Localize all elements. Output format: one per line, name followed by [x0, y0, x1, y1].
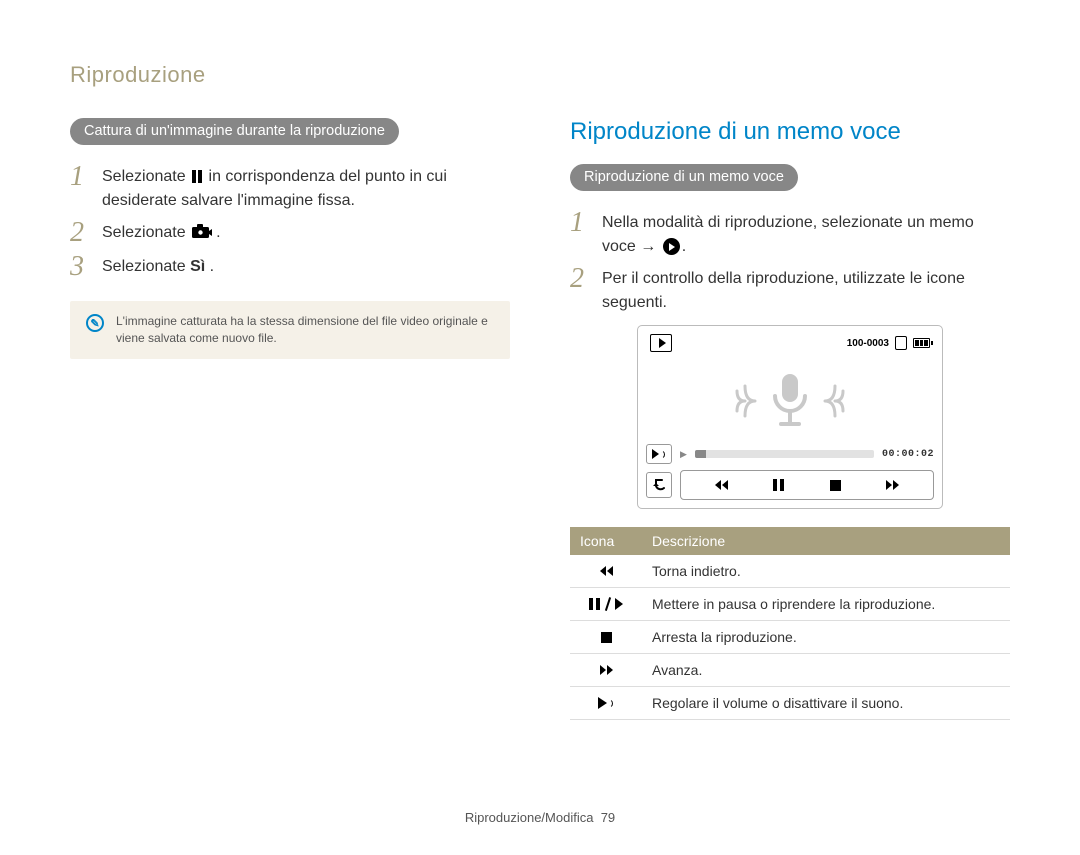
- table-row: Avanza.: [570, 654, 1010, 687]
- step-text: Selezionate .: [102, 221, 221, 245]
- step-text: Nella modalità di riproduzione, selezion…: [602, 211, 1010, 259]
- voice-memo-pill: Riproduzione di un memo voce: [570, 164, 798, 191]
- pause-button[interactable]: [761, 474, 795, 496]
- file-index: 100-0003: [847, 338, 889, 349]
- back-button[interactable]: [646, 472, 672, 498]
- table-row: Torna indietro.: [570, 555, 1010, 588]
- stop-button[interactable]: [819, 474, 853, 496]
- forward-button[interactable]: [876, 474, 910, 496]
- info-icon: ✎: [86, 314, 104, 332]
- table-desc: Avanza.: [642, 654, 1010, 687]
- capture-section-pill: Cattura di un'immagine durante la riprod…: [70, 118, 399, 145]
- table-header-desc: Descrizione: [642, 527, 1010, 555]
- page-title: Riproduzione: [70, 62, 1010, 88]
- table-row: Mettere in pausa o riprendere la riprodu…: [570, 588, 1010, 621]
- microphone-icon: [715, 366, 865, 436]
- step-text: Selezionate in corrispondenza del punto …: [102, 165, 510, 213]
- table-header-icon: Icona: [570, 527, 642, 555]
- table-desc: Regolare il volume o disattivare il suon…: [642, 687, 1010, 720]
- volume-button[interactable]: [646, 444, 672, 464]
- step-number: 1: [70, 163, 92, 191]
- progress-bar[interactable]: [695, 450, 874, 458]
- capture-camera-icon: [192, 223, 214, 238]
- battery-icon: [913, 338, 930, 348]
- table-row: Regolare il volume o disattivare il suon…: [570, 687, 1010, 720]
- forward-icon: [580, 665, 632, 675]
- control-bar: [680, 470, 934, 500]
- time-code: 00:00:02: [882, 449, 934, 460]
- step-number: 2: [570, 265, 592, 293]
- step-number: 3: [70, 253, 92, 281]
- capture-steps: 1 Selezionate in corrispondenza del punt…: [70, 165, 510, 281]
- table-desc: Mettere in pausa o riprendere la riprodu…: [642, 588, 1010, 621]
- playback-mode-icon: [650, 334, 672, 352]
- rewind-button[interactable]: [704, 474, 738, 496]
- voice-memo-steps: 1 Nella modalità di riproduzione, selezi…: [570, 211, 1010, 315]
- rewind-icon: [580, 566, 632, 576]
- voice-memo-heading: Riproduzione di un memo voce: [570, 118, 1010, 146]
- left-column: Cattura di un'immagine durante la riprod…: [70, 118, 510, 720]
- step-text: Selezionate Sì .: [102, 255, 214, 279]
- table-desc: Arresta la riproduzione.: [642, 621, 1010, 654]
- pause-play-icon: [580, 597, 632, 611]
- player-body: [646, 358, 934, 444]
- play-circle-icon: [663, 238, 680, 255]
- page-footer: Riproduzione/Modifica 79: [70, 810, 1010, 825]
- table-desc: Torna indietro.: [642, 555, 1010, 588]
- voice-player: 100-0003: [637, 325, 943, 509]
- step-text: Per il controllo della riproduzione, uti…: [602, 267, 1010, 315]
- controls-legend-table: Icona Descrizione Torna indietro. Metter…: [570, 527, 1010, 720]
- right-column: Riproduzione di un memo voce Riproduzion…: [570, 118, 1010, 720]
- volume-icon: [580, 697, 632, 709]
- step-number: 1: [570, 209, 592, 237]
- table-row: Arresta la riproduzione.: [570, 621, 1010, 654]
- progress-play-indicator: ▶: [680, 449, 687, 460]
- status-bar: 100-0003: [847, 336, 930, 350]
- pause-icon: [192, 170, 202, 183]
- note-box: ✎ L'immagine catturata ha la stessa dime…: [70, 301, 510, 359]
- memory-card-icon: [895, 336, 907, 350]
- note-text: L'immagine catturata ha la stessa dimens…: [116, 313, 494, 347]
- stop-icon: [580, 632, 632, 643]
- step-number: 2: [70, 219, 92, 247]
